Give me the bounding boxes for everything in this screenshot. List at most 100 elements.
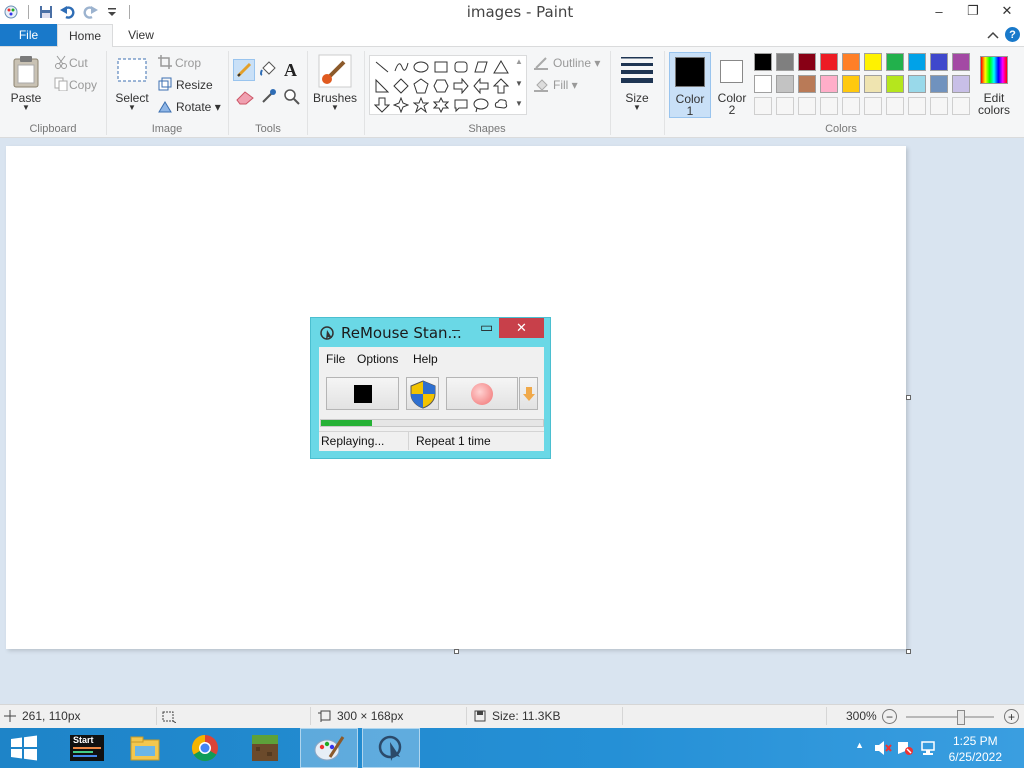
five-point-star-shape-icon[interactable] <box>411 95 430 114</box>
zoom-out-button[interactable]: − <box>882 709 897 724</box>
down-arrow-shape-icon[interactable] <box>372 95 391 114</box>
palette-color-swatch[interactable] <box>952 53 970 71</box>
copy-button[interactable]: Copy <box>69 78 97 92</box>
remouse-menu-file[interactable]: File <box>326 352 345 366</box>
palette-color-swatch[interactable] <box>798 75 816 93</box>
right-arrow-shape-icon[interactable] <box>451 76 470 95</box>
palette-color-swatch[interactable] <box>886 53 904 71</box>
palette-custom-swatch[interactable] <box>776 97 794 115</box>
palette-custom-swatch[interactable] <box>886 97 904 115</box>
brushes-button[interactable]: Brushes ▼ <box>312 53 358 115</box>
six-point-star-shape-icon[interactable] <box>431 95 450 114</box>
palette-color-swatch[interactable] <box>776 53 794 71</box>
up-arrow-shape-icon[interactable] <box>491 76 510 95</box>
close-button[interactable]: ✕ <box>990 0 1024 22</box>
palette-color-swatch[interactable] <box>820 53 838 71</box>
eraser-icon[interactable] <box>235 89 255 105</box>
palette-color-swatch[interactable] <box>820 75 838 93</box>
color2-button[interactable]: Color 2 <box>713 52 751 118</box>
hexagon-shape-icon[interactable] <box>431 76 450 95</box>
rectangle-shape-icon[interactable] <box>431 57 450 76</box>
polygon-shape-icon[interactable] <box>471 57 490 76</box>
oval-callout-shape-icon[interactable] <box>471 95 490 114</box>
triangle-shape-icon[interactable] <box>491 57 510 76</box>
canvas-resize-handle-corner[interactable] <box>906 649 911 654</box>
palette-color-swatch[interactable] <box>952 75 970 93</box>
zoom-slider[interactable] <box>906 716 994 718</box>
palette-color-swatch[interactable] <box>908 75 926 93</box>
tab-file[interactable]: File <box>0 24 57 46</box>
edit-colors-button[interactable]: Edit colors <box>975 52 1015 118</box>
pentagon-shape-icon[interactable] <box>411 76 430 95</box>
palette-color-swatch[interactable] <box>842 75 860 93</box>
cut-button[interactable]: Cut <box>69 56 88 70</box>
windows-start-icon[interactable] <box>9 733 39 763</box>
tab-view[interactable]: View <box>113 24 169 46</box>
palette-custom-swatch[interactable] <box>952 97 970 115</box>
shapes-expand-icon[interactable]: ▼ <box>515 99 523 108</box>
palette-custom-swatch[interactable] <box>908 97 926 115</box>
shapes-scroll-up-icon[interactable]: ▲ <box>515 57 523 66</box>
minimize-ribbon-icon[interactable] <box>987 30 999 40</box>
curve-shape-icon[interactable] <box>391 57 410 76</box>
palette-color-swatch[interactable] <box>886 75 904 93</box>
show-hidden-icons-icon[interactable]: ▲ <box>855 740 864 750</box>
color-picker-icon[interactable] <box>260 87 278 105</box>
volume-muted-icon[interactable] <box>874 740 892 756</box>
rounded-rectangle-shape-icon[interactable] <box>451 57 470 76</box>
palette-custom-swatch[interactable] <box>754 97 772 115</box>
paste-button[interactable]: Paste ▼ <box>6 53 46 115</box>
pencil-tool[interactable] <box>233 59 255 81</box>
rotate-button[interactable]: Rotate ▾ <box>176 100 221 114</box>
line-shape-icon[interactable] <box>372 57 391 76</box>
right-triangle-shape-icon[interactable] <box>372 76 391 95</box>
remouse-maximize-button[interactable]: ▭ <box>480 319 493 336</box>
stop-button[interactable] <box>326 377 399 410</box>
oval-shape-icon[interactable] <box>411 57 430 76</box>
record-button[interactable] <box>446 377 518 410</box>
palette-custom-swatch[interactable] <box>820 97 838 115</box>
canvas-resize-handle-bottom[interactable] <box>454 649 459 654</box>
cloud-callout-shape-icon[interactable] <box>491 95 510 114</box>
network-icon[interactable] <box>920 740 938 756</box>
palette-color-swatch[interactable] <box>754 53 772 71</box>
taskbar-minecraft[interactable] <box>236 728 294 768</box>
color1-button[interactable]: Color 1 <box>669 52 711 118</box>
palette-color-swatch[interactable] <box>930 53 948 71</box>
left-arrow-shape-icon[interactable] <box>471 76 490 95</box>
taskbar-paint[interactable] <box>300 728 358 768</box>
outline-button[interactable]: Outline ▾ <box>553 56 600 70</box>
action-center-icon[interactable] <box>896 740 914 756</box>
palette-color-swatch[interactable] <box>930 75 948 93</box>
rounded-callout-shape-icon[interactable] <box>451 95 470 114</box>
crop-button[interactable]: Crop <box>175 56 201 70</box>
more-dropdown-button[interactable] <box>519 377 538 410</box>
restore-button[interactable]: ❐ <box>956 0 990 22</box>
zoom-slider-thumb[interactable] <box>956 710 965 725</box>
remouse-menu-help[interactable]: Help <box>413 352 438 366</box>
admin-shield-button[interactable] <box>406 377 439 410</box>
remouse-menu-options[interactable]: Options <box>357 352 398 366</box>
text-tool[interactable]: A <box>284 60 297 81</box>
minimize-button[interactable]: – <box>922 0 956 22</box>
magnifier-icon[interactable] <box>283 88 301 106</box>
palette-color-swatch[interactable] <box>864 53 882 71</box>
remouse-minimize-button[interactable]: – <box>452 321 460 337</box>
tab-home[interactable]: Home <box>57 24 113 47</box>
palette-color-swatch[interactable] <box>908 53 926 71</box>
canvas-resize-handle-right[interactable] <box>906 395 911 400</box>
remouse-close-button[interactable]: ✕ <box>499 318 544 338</box>
fill-bucket-icon[interactable] <box>258 60 278 80</box>
shapes-scroll-down-icon[interactable]: ▼ <box>515 79 523 88</box>
palette-custom-swatch[interactable] <box>864 97 882 115</box>
palette-color-swatch[interactable] <box>798 53 816 71</box>
palette-custom-swatch[interactable] <box>930 97 948 115</box>
taskbar-file-explorer[interactable] <box>116 728 174 768</box>
size-button[interactable]: Size ▼ <box>615 53 659 115</box>
select-button[interactable]: Select ▼ <box>112 53 152 115</box>
help-icon[interactable]: ? <box>1005 27 1020 42</box>
palette-color-swatch[interactable] <box>864 75 882 93</box>
fill-button[interactable]: Fill ▾ <box>553 78 578 92</box>
zoom-in-button[interactable]: + <box>1004 709 1019 724</box>
taskbar-chrome[interactable] <box>176 728 234 768</box>
